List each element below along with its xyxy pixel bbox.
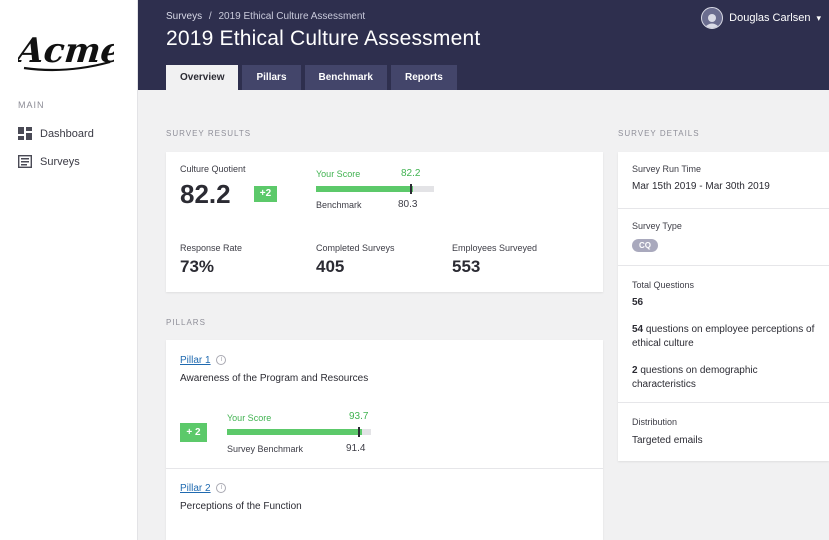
distribution-label: Distribution <box>632 417 678 427</box>
pillars-heading: PILLARS <box>166 318 206 327</box>
score-bar <box>316 184 434 194</box>
user-menu[interactable]: Douglas Carlsen ▾ <box>701 7 821 29</box>
completed-surveys-label: Completed Surveys <box>316 243 395 253</box>
sidebar-section-main: MAIN <box>18 100 45 110</box>
sidebar-item-label: Dashboard <box>40 127 94 140</box>
culture-quotient-label: Culture Quotient <box>180 164 246 174</box>
sidebar-item-dashboard[interactable]: Dashboard <box>18 127 94 140</box>
total-questions-label: Total Questions <box>632 280 695 290</box>
sidebar-item-label: Surveys <box>40 155 80 168</box>
survey-details-card: Survey Run Time Mar 15th 2019 - Mar 30th… <box>618 152 829 461</box>
breadcrumb-surveys-link[interactable]: Surveys <box>166 11 202 22</box>
pillar-2-link[interactable]: Pillar 2 <box>180 483 211 494</box>
acme-logo[interactable]: Acme <box>12 28 124 77</box>
detail-distribution: Distribution Targeted emails <box>618 403 829 461</box>
survey-results-card: Culture Quotient 82.2 +2 Your Score 82.2… <box>166 152 603 292</box>
response-rate-value: 73% <box>180 257 215 276</box>
benchmark-value: 80.3 <box>398 199 418 210</box>
pillar-1-delta-badge: + 2 <box>180 423 207 442</box>
tab-pillars[interactable]: Pillars <box>242 65 301 90</box>
your-score-label: Your Score <box>316 169 361 179</box>
page-header: Surveys / 2019 Ethical Culture Assessmen… <box>138 0 829 90</box>
breadcrumb-current: 2019 Ethical Culture Assessment <box>218 11 366 22</box>
survey-details-heading: SURVEY DETAILS <box>618 129 700 138</box>
pillar-2-name: Perceptions of the Function <box>180 501 302 512</box>
pillars-card: Pillar 1 i Awareness of the Program and … <box>166 340 603 540</box>
response-rate-label: Response Rate <box>180 243 243 253</box>
page-title: 2019 Ethical Culture Assessment <box>166 27 481 50</box>
your-score-value: 82.2 <box>401 168 421 179</box>
breadcrumb-separator: / <box>208 11 212 22</box>
employees-surveyed-value: 553 <box>452 257 481 276</box>
surveys-list-icon <box>17 154 33 169</box>
tab-benchmark[interactable]: Benchmark <box>304 65 387 90</box>
tab-reports[interactable]: Reports <box>390 65 457 90</box>
culture-quotient-delta-badge: +2 <box>254 186 277 202</box>
survey-type-label: Survey Type <box>632 221 682 231</box>
employees-surveyed-label: Employees Surveyed <box>452 243 538 253</box>
run-time-value: Mar 15th 2019 - Mar 30th 2019 <box>632 181 770 192</box>
info-icon[interactable]: i <box>216 355 227 366</box>
tab-bar: Overview Pillars Benchmark Reports <box>166 65 461 90</box>
questions-breakdown-2: 2 questions on demographic characteristi… <box>632 365 758 390</box>
pillar-row-2: Pillar 2 i Perceptions of the Function <box>166 469 603 540</box>
total-questions-value: 56 <box>632 297 644 308</box>
score-bar-fill <box>316 186 413 192</box>
tab-overview[interactable]: Overview <box>166 65 239 90</box>
pillar-1-score-bar <box>227 427 371 437</box>
pillar-2-title: Pillar 2 i <box>180 483 227 494</box>
run-time-label: Survey Run Time <box>632 164 702 174</box>
survey-type-badge: CQ <box>632 239 658 252</box>
detail-total-questions: Total Questions 56 54 questions on emplo… <box>618 266 829 403</box>
pillar-row-1: Pillar 1 i Awareness of the Program and … <box>166 340 603 469</box>
pillar-1-benchmark-value: 91.4 <box>346 443 366 454</box>
benchmark-label: Benchmark <box>316 200 362 210</box>
breadcrumb: Surveys / 2019 Ethical Culture Assessmen… <box>166 11 365 22</box>
score-bar-fill <box>227 429 362 435</box>
pillar-1-benchmark-label: Survey Benchmark <box>227 444 304 454</box>
sidebar-item-surveys[interactable]: Surveys <box>17 154 80 169</box>
questions-breakdown-1: 54 questions on employee perceptions of … <box>632 324 815 349</box>
benchmark-marker <box>357 427 360 437</box>
completed-surveys-value: 405 <box>316 257 345 276</box>
pillar-1-title: Pillar 1 i <box>180 355 227 366</box>
pillar-1-name: Awareness of the Program and Resources <box>180 373 369 384</box>
distribution-value: Targeted emails <box>632 435 703 446</box>
pillar-1-link[interactable]: Pillar 1 <box>180 355 211 366</box>
info-icon[interactable]: i <box>216 483 227 494</box>
culture-quotient-value: 82.2 <box>180 179 231 209</box>
pillar-1-score-value: 93.7 <box>349 411 369 422</box>
user-name: Douglas Carlsen <box>729 12 811 24</box>
sidebar: Acme MAIN Dashboard Surveys <box>0 0 138 540</box>
survey-results-heading: SURVEY RESULTS <box>166 129 252 138</box>
avatar <box>701 7 724 29</box>
benchmark-marker <box>409 184 412 194</box>
chevron-down-icon: ▾ <box>816 12 821 23</box>
detail-survey-type: Survey Type CQ <box>618 209 829 266</box>
pillar-1-score-label: Your Score <box>227 413 272 423</box>
detail-run-time: Survey Run Time Mar 15th 2019 - Mar 30th… <box>618 152 829 209</box>
dashboard-grid-icon <box>18 127 32 140</box>
